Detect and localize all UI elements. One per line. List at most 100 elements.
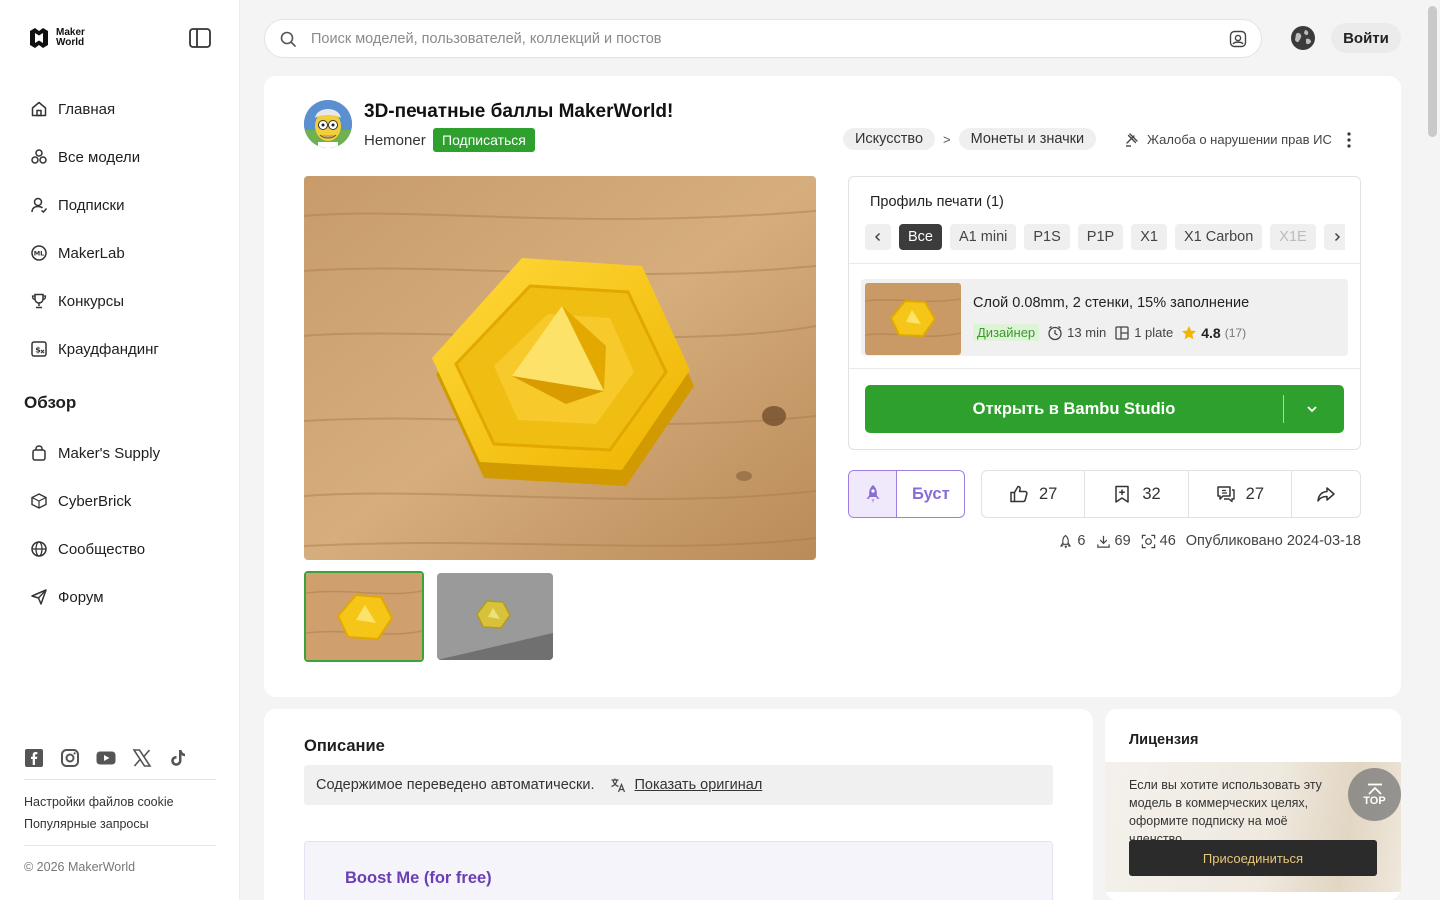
copyright-text: © 2026 MakerWorld bbox=[24, 860, 136, 874]
join-membership-button[interactable]: Присоединиться bbox=[1129, 840, 1377, 876]
makerworld-logo[interactable]: Maker World bbox=[28, 26, 85, 50]
home-icon bbox=[31, 101, 47, 117]
collect-button[interactable]: 32 bbox=[1085, 471, 1189, 517]
filter-chip-a1-mini[interactable]: A1 mini bbox=[950, 224, 1017, 250]
facebook-icon[interactable] bbox=[24, 748, 44, 768]
scrollbar-thumb[interactable] bbox=[1428, 6, 1437, 137]
gallery-thumbnail[interactable] bbox=[304, 571, 424, 662]
profile-rating: 4.8 (17) bbox=[1181, 325, 1246, 341]
sidebar-item-label: Главная bbox=[58, 100, 116, 118]
breadcrumb-item-coins-badges[interactable]: Монеты и значки bbox=[958, 128, 1097, 150]
report-label: Жалоба о нарушении прав ИС bbox=[1147, 131, 1332, 147]
subscribe-button[interactable]: Подписаться bbox=[433, 128, 535, 152]
filter-chip-x1-carbon[interactable]: X1 Carbon bbox=[1174, 224, 1263, 250]
clock-icon bbox=[1048, 325, 1062, 340]
search-input[interactable] bbox=[311, 28, 1211, 50]
bookmark-add-icon bbox=[1115, 485, 1130, 503]
filter-chip-x1[interactable]: X1 bbox=[1131, 224, 1167, 250]
back-to-top-button[interactable]: TOP bbox=[1348, 768, 1401, 821]
social-links bbox=[24, 748, 188, 768]
crowdfunding-icon: $ bbox=[31, 341, 47, 357]
sidebar-item-makers-supply[interactable]: Maker's Supply bbox=[16, 429, 226, 477]
footer-divider bbox=[24, 779, 216, 780]
filter-chip-p1p[interactable]: P1P bbox=[1077, 224, 1124, 250]
svg-text:$: $ bbox=[35, 346, 41, 355]
svg-text:ML: ML bbox=[34, 250, 45, 258]
more-options-icon[interactable] bbox=[1342, 130, 1356, 150]
sidebar-item-label: Maker's Supply bbox=[58, 444, 161, 462]
sidebar-item-label: Краудфандинг bbox=[58, 340, 159, 358]
open-in-bambu-studio-button[interactable]: Открыть в Bambu Studio bbox=[865, 385, 1344, 433]
boost-icon-wrap bbox=[849, 471, 897, 517]
sidebar-item-label: CyberBrick bbox=[58, 492, 132, 510]
sidebar-item-label: Все модели bbox=[58, 148, 141, 166]
sidebar-item-forum[interactable]: Форум bbox=[16, 573, 226, 621]
sidebar-item-community[interactable]: Сообщество bbox=[16, 525, 226, 573]
main-nav: Главная Все модели Подписки ML MakerLab … bbox=[16, 85, 226, 373]
translate-icon bbox=[611, 778, 626, 793]
profile-thumbnail bbox=[865, 283, 961, 355]
explore-nav: Maker's Supply CyberBrick Сообщество Фор… bbox=[16, 429, 226, 621]
like-button[interactable]: 27 bbox=[982, 471, 1086, 517]
author-name[interactable]: Hemoner bbox=[364, 132, 426, 149]
like-count: 27 bbox=[1038, 484, 1058, 503]
filter-chip-p1s[interactable]: P1S bbox=[1024, 224, 1070, 250]
download-count: 69 bbox=[1096, 533, 1131, 549]
filter-chip-x1e[interactable]: X1E bbox=[1270, 224, 1316, 250]
comments-button[interactable]: 27 bbox=[1189, 471, 1292, 517]
open-button-label: Открыть в Bambu Studio bbox=[972, 400, 1176, 418]
image-search-icon[interactable] bbox=[1229, 30, 1247, 48]
breadcrumb-item-art[interactable]: Искусство bbox=[843, 128, 936, 150]
show-original-link[interactable]: Показать оригинал bbox=[610, 777, 762, 793]
boost-button[interactable]: Буст bbox=[848, 470, 965, 518]
sidebar-item-label: MakerLab bbox=[58, 244, 125, 262]
print-profile-item[interactable]: Слой 0.08mm, 2 стенки, 15% заполнение Ди… bbox=[861, 279, 1348, 356]
sidebar-item-label: Форум bbox=[58, 588, 104, 606]
sidebar-item-label: Конкурсы bbox=[58, 292, 125, 310]
license-title: Лицензия bbox=[1129, 732, 1199, 748]
designer-badge: Дизайнер bbox=[973, 324, 1040, 341]
explore-heading: Обзор bbox=[24, 393, 77, 412]
search-icon bbox=[280, 31, 296, 47]
star-icon bbox=[1182, 325, 1197, 339]
model-main-image[interactable] bbox=[304, 176, 816, 560]
sidebar-item-all-models[interactable]: Все модели bbox=[16, 133, 226, 181]
membership-text: Если вы хотите использовать эту модель в… bbox=[1129, 778, 1322, 846]
filter-chip-all[interactable]: Все bbox=[899, 224, 942, 250]
models-icon bbox=[31, 149, 47, 164]
sidebar-item-cyberbrick[interactable]: CyberBrick bbox=[16, 477, 226, 525]
tiktok-icon[interactable] bbox=[168, 748, 188, 768]
sidebar-item-home[interactable]: Главная bbox=[16, 85, 226, 133]
filter-next-button[interactable] bbox=[1323, 224, 1345, 250]
chevron-down-icon[interactable] bbox=[1305, 402, 1319, 416]
rocket-small-icon bbox=[1060, 534, 1072, 548]
user-follow-icon bbox=[31, 197, 48, 214]
sidebar-item-makerlab[interactable]: ML MakerLab bbox=[16, 229, 226, 277]
print-time-value: 13 min bbox=[1067, 325, 1107, 340]
sidebar: Maker World Главная Все модели Подписки … bbox=[0, 0, 240, 900]
rocket-icon bbox=[866, 485, 879, 503]
rating-value: 4.8 bbox=[1201, 324, 1221, 341]
youtube-icon[interactable] bbox=[96, 748, 116, 768]
instagram-icon[interactable] bbox=[60, 748, 80, 768]
breadcrumb-separator: > bbox=[943, 131, 951, 147]
sidebar-item-subscriptions[interactable]: Подписки bbox=[16, 181, 226, 229]
report-ip-link[interactable]: Жалоба о нарушении прав ИС bbox=[1124, 131, 1332, 147]
author-avatar[interactable] bbox=[304, 100, 352, 148]
popular-queries-link[interactable]: Популярные запросы bbox=[24, 817, 149, 831]
filter-prev-button[interactable] bbox=[865, 224, 891, 250]
gallery-thumbnail[interactable] bbox=[437, 573, 553, 660]
sidebar-item-contests[interactable]: Конкурсы bbox=[16, 277, 226, 325]
comments-icon bbox=[1216, 486, 1235, 503]
login-button[interactable]: Войти bbox=[1331, 23, 1401, 53]
sidebar-collapse-icon[interactable] bbox=[188, 27, 212, 49]
collect-count: 32 bbox=[1142, 484, 1161, 503]
language-globe-icon[interactable] bbox=[1290, 25, 1316, 51]
chevron-left-icon bbox=[874, 232, 881, 242]
share-button[interactable] bbox=[1292, 471, 1360, 517]
sidebar-item-crowdfunding[interactable]: $ Краудфандинг bbox=[16, 325, 226, 373]
profile-title: Слой 0.08mm, 2 стенки, 15% заполнение bbox=[973, 295, 1250, 311]
cookie-settings-link[interactable]: Настройки файлов cookie bbox=[24, 795, 174, 809]
model-detail-card: 3D-печатные баллы MakerWorld! Hemoner По… bbox=[264, 76, 1401, 697]
x-icon[interactable] bbox=[132, 748, 152, 768]
